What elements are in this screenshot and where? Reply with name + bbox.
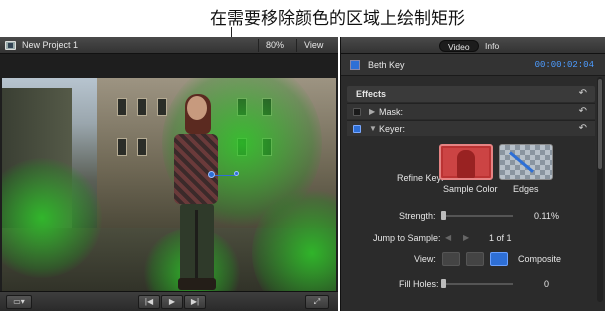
tab-video[interactable]: Video [439,40,479,52]
inspector-scrollbar[interactable] [597,77,603,302]
viewer-footer: ▭▾ |◀ ▶ ▶| ⤢ [0,291,338,311]
strength-slider[interactable] [441,215,513,217]
keyer-handle[interactable] [234,171,239,176]
clip-icon [350,60,360,70]
strength-value[interactable]: 0.11 [534,211,551,221]
previous-edit-button[interactable]: |◀ [138,295,160,309]
edges-label: Edges [513,184,539,194]
viewer-toolbar: New Project 1 80% View [0,37,338,54]
display-options-button[interactable]: ▭▾ [6,295,32,309]
inspector-panel: Video Info Beth Key 00:00:02:04 Effects … [340,37,605,311]
keyer-label: Keyer: [379,124,406,134]
inspector-tabs: Video Info [341,37,605,54]
reset-mask-icon[interactable]: ↶ [579,106,587,117]
previous-sample-icon[interactable]: ◀ [445,233,451,242]
video-frame[interactable] [2,78,336,305]
mask-row[interactable]: ▶ Mask: ↶ [347,103,595,119]
strength-slider-knob[interactable] [441,211,446,220]
fullscreen-button[interactable]: ⤢ [305,295,329,309]
sample-color-label: Sample Color [443,184,498,194]
play-button[interactable]: ▶ [161,295,183,309]
mask-checkbox[interactable] [353,108,361,116]
zoom-menu[interactable]: 80% [266,40,284,50]
tab-info[interactable]: Info [477,40,507,52]
view-mode-label: Composite [518,254,562,264]
film-icon [5,41,16,50]
edges-button[interactable] [499,144,553,180]
clip-header: Beth Key 00:00:02:04 [341,54,605,76]
edge-tool-icon [509,151,534,173]
strength-label: Strength: [399,211,436,221]
person-silhouette-icon [457,150,475,178]
refine-key-label: Refine Key: [397,173,444,183]
composite-view-button[interactable] [490,252,508,266]
next-edit-button[interactable]: ▶| [184,295,206,309]
effects-label: Effects [356,89,387,99]
fill-holes-value[interactable]: 0 [544,279,549,289]
mask-label: Mask: [379,107,404,117]
reset-keyer-icon[interactable]: ↶ [579,123,587,134]
sample-color-button[interactable] [439,144,493,180]
matte-view-button[interactable] [442,252,460,266]
disclosure-triangle-icon[interactable]: ▼ [369,124,377,133]
viewer-panel: New Project 1 80% View ▭▾ |◀ ▶ ▶| ⤢ [0,37,338,311]
jump-to-sample-value: 1 of 1 [489,233,512,243]
keyer-row[interactable]: ▼ Keyer: ↶ [347,120,595,136]
keyer-checkbox[interactable] [353,125,361,133]
fill-holes-slider-knob[interactable] [441,279,446,288]
view-menu[interactable]: View [304,40,323,50]
clip-timecode: 00:00:02:04 [534,60,594,70]
reset-effects-icon[interactable]: ↶ [579,88,587,99]
view-label: View: [414,254,436,264]
strength-unit: % [551,211,560,221]
scrollbar-thumb[interactable] [598,79,602,169]
fill-holes-slider[interactable] [441,283,513,285]
clip-name: Beth Key [368,60,405,70]
effects-header: Effects ↶ [347,86,595,102]
fill-holes-label: Fill Holes: [399,279,439,289]
callout-caption: 在需要移除颜色的区域上绘制矩形 [210,9,465,29]
project-title: New Project 1 [22,40,79,50]
original-view-button[interactable] [466,252,484,266]
jump-to-sample-label: Jump to Sample: [373,233,441,243]
keyer-onscreen-control[interactable] [208,171,215,178]
next-sample-icon[interactable]: ▶ [463,233,469,242]
disclosure-triangle-icon[interactable]: ▶ [369,107,375,116]
